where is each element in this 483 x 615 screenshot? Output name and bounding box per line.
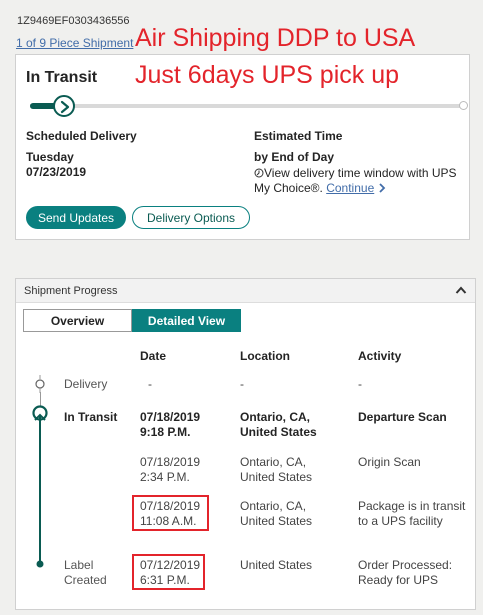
row-date: 07/18/2019 9:18 P.M. — [140, 410, 200, 440]
continue-link[interactable]: Continue — [326, 181, 374, 195]
send-updates-button[interactable]: Send Updates — [26, 206, 126, 229]
row-activity: Departure Scan — [358, 410, 447, 424]
row-location: - — [240, 377, 244, 391]
chevron-right-icon[interactable] — [378, 183, 386, 193]
shipment-progress-panel: Shipment Progress Overview Detailed View… — [15, 278, 476, 610]
row-status: Label Created — [64, 558, 107, 587]
row-location: Ontario, CA, United States — [240, 499, 313, 528]
progress-end-dot — [459, 101, 468, 110]
row-date: 07/18/2019 11:08 A.M. — [140, 499, 200, 529]
row-time-value: 11:08 A.M. — [140, 514, 197, 528]
row-activity: - — [358, 377, 362, 391]
progress-track — [30, 104, 462, 108]
in-transit-marker-icon — [32, 405, 48, 429]
row-date-value: 07/18/2019 — [140, 455, 201, 469]
chevron-up-icon[interactable] — [455, 285, 467, 295]
row-date-value: 07/12/2019 — [140, 558, 201, 572]
tab-detailed-view[interactable]: Detailed View — [132, 309, 241, 332]
column-activity: Activity — [358, 349, 402, 363]
row-status: In Transit — [64, 410, 118, 424]
row-time-value: 9:18 P.M. — [140, 425, 191, 439]
delivery-window-info: View delivery time window with UPS My Ch… — [254, 166, 466, 196]
overlay-line-1: Air Shipping DDP to USA — [135, 24, 416, 52]
estimated-time-value: by End of Day — [254, 150, 335, 164]
row-time-value: 6:31 P.M. — [140, 573, 190, 587]
scheduled-day: Tuesday — [26, 150, 74, 164]
row-activity: Order Processed: Ready for UPS — [358, 558, 453, 587]
row-date-value: 07/18/2019 — [140, 410, 201, 424]
delivery-marker-icon — [35, 375, 45, 393]
row-location: United States — [240, 558, 313, 572]
scheduled-delivery-label: Scheduled Delivery — [26, 129, 137, 143]
column-location: Location — [240, 349, 290, 363]
clock-icon — [254, 168, 264, 178]
row-activity: Origin Scan — [358, 455, 421, 469]
panel-header[interactable]: Shipment Progress — [16, 279, 475, 303]
row-date: 07/12/2019 6:31 P.M. — [140, 558, 200, 588]
row-date-value: 07/18/2019 — [140, 499, 201, 513]
piece-shipment-link[interactable]: 1 of 9 Piece Shipment — [16, 36, 133, 50]
estimated-time-label: Estimated Time — [254, 129, 343, 143]
panel-title: Shipment Progress — [24, 285, 118, 297]
status-title: In Transit — [26, 69, 98, 86]
label-created-marker-icon — [36, 560, 44, 568]
row-location: Ontario, CA, United States — [240, 455, 313, 484]
row-location: Ontario, CA, United States — [240, 410, 317, 439]
scheduled-date: 07/23/2019 — [26, 165, 87, 179]
chevron-right-icon — [60, 100, 70, 114]
row-date: 07/18/2019 2:34 P.M. — [140, 455, 200, 485]
column-date: Date — [140, 349, 167, 363]
tab-overview[interactable]: Overview — [23, 309, 132, 332]
timeline-line-active — [39, 423, 41, 563]
row-activity: Package is in transit to a UPS facility — [358, 499, 466, 528]
progress-marker — [53, 95, 75, 117]
row-date: - — [148, 377, 152, 391]
overlay-line-2: Just 6days UPS pick up — [135, 61, 400, 89]
row-status: Delivery — [64, 377, 108, 391]
tracking-number: 1Z9469EF0303436556 — [17, 15, 130, 27]
row-time-value: 2:34 P.M. — [140, 470, 190, 484]
delivery-options-button[interactable]: Delivery Options — [132, 206, 250, 229]
